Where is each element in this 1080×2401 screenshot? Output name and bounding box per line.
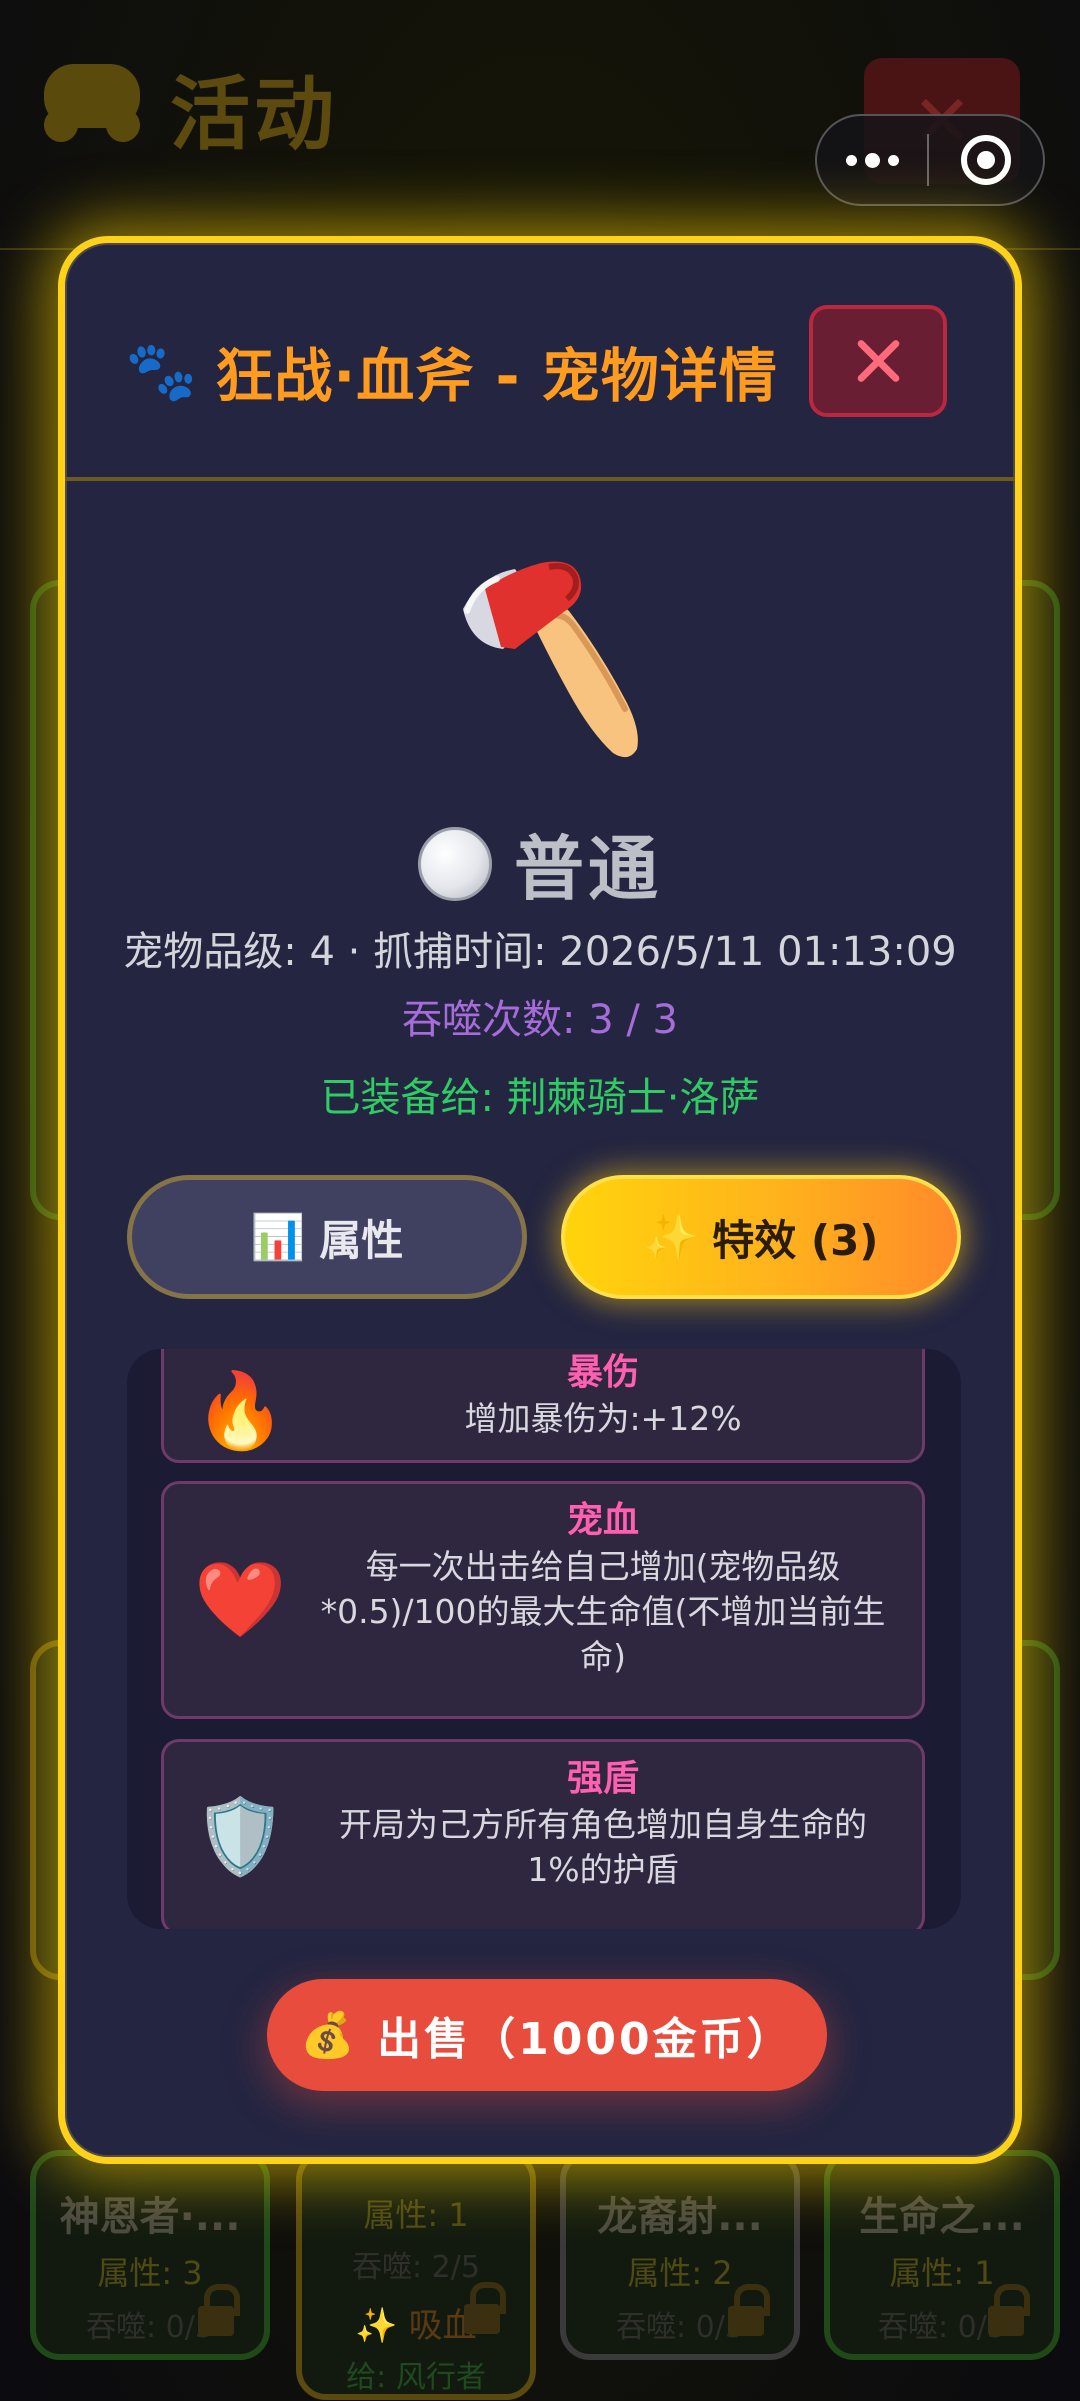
- effect-item: 🛡️ 强盾 开局为己方所有角色增加自身生命的1%的护盾: [161, 1739, 925, 1929]
- gamepad-icon: [44, 64, 140, 142]
- background-card-name: 神恩者·...: [59, 2194, 241, 2240]
- tab-effects-label: 特效 (3): [712, 1215, 879, 1265]
- effects-list[interactable]: 🔥 暴伤 增加暴伤为:+12% ❤️ 宠血 每一次出击给自己增加(宠物品级*0.…: [127, 1349, 961, 1929]
- background-card-eat: 吞噬: 2/5: [352, 2250, 480, 2285]
- rarity-circle-icon: [418, 826, 492, 901]
- equipped-to: 已装备给: 荆棘骑士·洛萨: [320, 1075, 760, 1121]
- heart-icon: ❤️: [194, 1557, 287, 1643]
- effect-item: ❤️ 宠血 每一次出击给自己增加(宠物品级*0.5)/100的最大生命值(不增加…: [161, 1481, 925, 1719]
- background-pet-card: 生命之... 属性: 1 吞噬: 0/5: [824, 2150, 1060, 2360]
- fire-icon: 🔥: [194, 1368, 287, 1455]
- screen: 活动 ✕ 神恩者·... 属性: 3 吞噬: 0/5 属性: 1 吞噬: 2/5…: [0, 0, 1080, 2401]
- background-card-equipped: 给: 风行者: [346, 2360, 486, 2395]
- effect-name: 宠血: [566, 1500, 639, 1541]
- miniprogram-capsule: [815, 114, 1045, 206]
- background-pet-card: 属性: 1 吞噬: 2/5 ✨ 吸血 给: 风行者: [296, 2150, 536, 2400]
- tab-attributes[interactable]: 📊 属性: [127, 1175, 527, 1299]
- modal-title-text: 狂战·血斧 - 宠物详情: [215, 342, 778, 410]
- more-dots-icon[interactable]: [817, 116, 927, 204]
- pet-detail-modal: 🐾 狂战·血斧 - 宠物详情 普通 宠物品级: 4 · 抓捕时间: 2026/5…: [58, 236, 1022, 2164]
- modal-header: 🐾 狂战·血斧 - 宠物详情: [65, 243, 1015, 481]
- background-card-name: 生命之...: [859, 2194, 1025, 2240]
- lock-icon: [198, 2284, 240, 2336]
- effect-item: 🔥 暴伤 增加暴伤为:+12%: [161, 1349, 925, 1463]
- tab-effects[interactable]: ✨ 特效 (3): [561, 1175, 961, 1299]
- money-bag-icon: 💰: [300, 2010, 356, 2061]
- tab-attributes-label: 属性: [319, 1215, 404, 1265]
- target-icon[interactable]: [929, 135, 1043, 185]
- background-page-title: 活动: [170, 68, 338, 161]
- bar-chart-icon: 📊: [250, 1212, 306, 1263]
- background-pet-card: 龙裔射... 属性: 2 吞噬: 0/5: [560, 2150, 800, 2360]
- lock-icon: [464, 2282, 506, 2334]
- effect-description: 开局为己方所有角色增加自身生命的1%的护盾: [339, 1805, 867, 1889]
- background-card-attr: 属性: 1: [363, 2196, 469, 2234]
- devour-count: 吞噬次数: 3 / 3: [402, 997, 678, 1043]
- close-button[interactable]: [809, 305, 947, 417]
- background-pet-card: 神恩者·... 属性: 3 吞噬: 0/5: [30, 2150, 270, 2360]
- shield-icon: 🛡️: [194, 1794, 287, 1880]
- sell-button[interactable]: 💰 出售（1000金币）: [267, 1979, 827, 2091]
- axe-icon: [463, 561, 638, 758]
- lock-icon: [988, 2284, 1030, 2336]
- close-icon: [856, 339, 900, 383]
- sparkles-icon: ✨: [643, 1212, 699, 1263]
- effect-name: 强盾: [566, 1758, 639, 1799]
- rarity-label: 普通: [514, 828, 662, 910]
- pet-grade-capture-time: 宠物品级: 4 · 抓捕时间: 2026/5/11 01:13:09: [123, 929, 957, 975]
- lock-icon: [728, 2284, 770, 2336]
- effect-description: 增加暴伤为:+12%: [464, 1399, 742, 1438]
- rarity-row: 普通: [65, 813, 1015, 914]
- effect-description: 每一次出击给自己增加(宠物品级*0.5)/100的最大生命值(不增加当前生命): [320, 1547, 886, 1676]
- effect-name: 暴伤: [566, 1352, 639, 1393]
- paw-icon: 🐾: [125, 337, 198, 405]
- modal-title: 🐾 狂战·血斧 - 宠物详情: [125, 329, 778, 413]
- sell-button-label: 出售（1000金币）: [377, 2014, 794, 2065]
- background-card-name: 龙裔射...: [597, 2194, 763, 2240]
